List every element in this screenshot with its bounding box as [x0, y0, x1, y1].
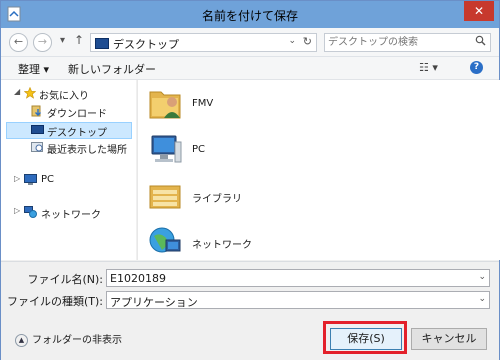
sidebar-item-desktop[interactable]: デスクトップ [6, 122, 132, 139]
hide-folders-label: フォルダーの非表示 [32, 335, 122, 346]
view-options-button[interactable]: ☷ ▾ [419, 61, 438, 74]
recent-places-icon [31, 142, 43, 152]
library-icon [149, 185, 181, 209]
computer-icon [24, 174, 37, 185]
sidebar-item-network[interactable]: ▷ ネットワーク [1, 205, 131, 221]
search-icon[interactable] [475, 35, 486, 46]
filename-label: ファイル名(N): [27, 273, 103, 286]
sidebar-item-label: PC [41, 174, 55, 185]
desktop-icon [31, 125, 44, 134]
network-icon [149, 227, 181, 253]
sidebar-item-pc[interactable]: ▷ PC [1, 173, 131, 188]
address-bar[interactable]: デスクトップ ⌄ ↻ [90, 33, 317, 52]
collapse-arrow-icon[interactable]: ▷ [14, 206, 20, 215]
sidebar-item-label: 最近表示した場所 [47, 145, 127, 156]
sidebar-item-label: ダウンロード [47, 109, 107, 120]
save-as-dialog: 名前を付けて保存 ✕ ← → ▾ ↑ デスクトップ ⌄ ↻ 整理 ▾ 新しいフォ… [0, 0, 500, 360]
sidebar-item-favorites[interactable]: ◢ お気に入り [1, 86, 131, 102]
forward-button[interactable]: → [33, 33, 52, 52]
address-path[interactable]: デスクトップ [113, 36, 179, 52]
filename-input[interactable]: E1020189 ⌄ [106, 269, 490, 287]
list-item-library[interactable]: ライブラリ [146, 176, 396, 214]
search-input[interactable] [328, 35, 468, 49]
window-title: 名前を付けて保存 [201, 9, 298, 23]
save-options-panel: ファイル名(N): E1020189 ⌄ ファイルの種類(T): アプリケーショ… [1, 261, 499, 360]
sidebar-item-downloads[interactable]: ダウンロード [1, 104, 131, 120]
refresh-button[interactable]: ↻ [303, 35, 312, 48]
chevron-up-icon: ▲ [15, 333, 28, 347]
sidebar-item-label: ネットワーク [41, 210, 101, 221]
sidebar-item-label: お気に入り [39, 91, 89, 102]
close-button[interactable]: ✕ [464, 1, 494, 21]
navigation-pane: ◢ お気に入り ダウンロード デスクトップ 最近表示した場所 ▷ PC ▷ ネッ… [1, 80, 136, 260]
filename-value[interactable]: E1020189 [110, 272, 166, 285]
chevron-down-icon[interactable]: ⌄ [478, 294, 486, 304]
star-icon [24, 87, 36, 99]
expand-arrow-icon[interactable]: ◢ [14, 87, 20, 96]
item-label: FMV [192, 98, 214, 109]
back-button[interactable]: ← [9, 33, 28, 52]
item-label: ネットワーク [192, 240, 252, 251]
list-item-network[interactable]: ネットワーク [146, 222, 396, 260]
filetype-label: ファイルの種類(T): [6, 295, 103, 308]
filetype-value[interactable]: アプリケーション [110, 294, 198, 310]
chevron-down-icon[interactable]: ⌄ [478, 272, 486, 282]
download-icon [31, 105, 41, 117]
new-folder-button[interactable]: 新しいフォルダー [68, 61, 156, 77]
recent-locations-dropdown[interactable]: ▾ [60, 35, 65, 46]
network-icon [24, 206, 37, 218]
save-button[interactable]: 保存(S) [330, 328, 402, 350]
up-button[interactable]: ↑ [74, 33, 84, 47]
search-box[interactable] [324, 33, 491, 52]
organize-button[interactable]: 整理 ▾ [18, 61, 49, 77]
address-dropdown[interactable]: ⌄ [288, 36, 296, 46]
item-label: PC [192, 144, 206, 155]
filetype-select[interactable]: アプリケーション ⌄ [106, 291, 490, 309]
list-item-pc[interactable]: PC [146, 130, 396, 168]
list-item-fmv[interactable]: FMV [146, 84, 396, 122]
content-pane: FMV PC ライブラリ ネットワーク [137, 80, 500, 260]
navigation-bar: ← → ▾ ↑ デスクトップ ⌄ ↻ [1, 28, 499, 57]
desktop-icon [95, 38, 109, 49]
collapse-arrow-icon[interactable]: ▷ [14, 174, 20, 183]
command-bar: 整理 ▾ 新しいフォルダー ☷ ▾ ? [1, 57, 499, 80]
cancel-button[interactable]: キャンセル [411, 328, 487, 350]
user-folder-icon [149, 91, 181, 119]
help-button[interactable]: ? [470, 61, 483, 74]
title-bar[interactable]: 名前を付けて保存 ✕ [1, 1, 499, 28]
hide-folders-toggle[interactable]: ▲ フォルダーの非表示 [15, 331, 122, 347]
computer-icon [151, 135, 182, 163]
sidebar-item-recent-places[interactable]: 最近表示した場所 [1, 140, 131, 156]
sidebar-item-label: デスクトップ [47, 128, 107, 139]
item-label: ライブラリ [192, 194, 242, 205]
